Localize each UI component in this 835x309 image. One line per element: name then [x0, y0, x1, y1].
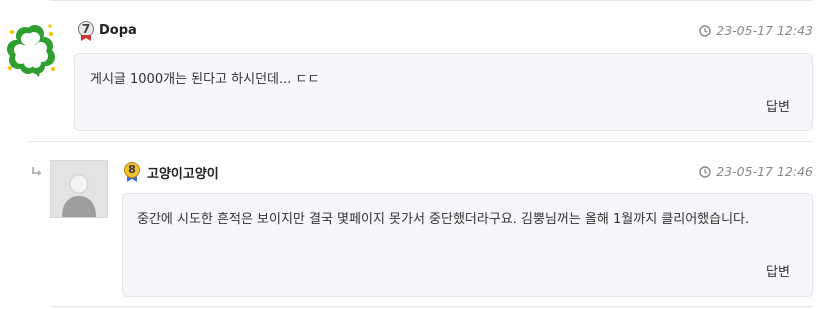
- divider-bottom: [50, 306, 813, 307]
- level-number: 7: [81, 22, 91, 36]
- reply-arrow-icon: [32, 167, 42, 176]
- clover-icon: [6, 22, 58, 78]
- comment-text: 게시글 1000개는 된다고 하시던데... ㄷㄷ: [90, 72, 320, 87]
- comment-author[interactable]: Dopa: [99, 23, 137, 38]
- comment-text: 중간에 시도한 흔적은 보이지만 결국 몇페이지 못가서 중단했더라구요. 김뿡…: [137, 212, 750, 227]
- divider-top: [50, 0, 813, 1]
- comment-bubble: [74, 53, 813, 131]
- comment-timestamp: 23-05-17 12:43: [699, 23, 813, 38]
- clock-icon: [699, 24, 711, 37]
- timestamp-text: 23-05-17 12:46: [716, 164, 813, 179]
- level-number: 8: [128, 163, 136, 176]
- clock-icon: [699, 165, 711, 178]
- comment-author[interactable]: 고양이고양이: [147, 163, 219, 182]
- divider: [28, 141, 813, 142]
- reply-button[interactable]: 답변: [766, 96, 790, 115]
- default-user-icon: [50, 160, 108, 218]
- timestamp-text: 23-05-17 12:43: [716, 23, 813, 38]
- comment-timestamp: 23-05-17 12:46: [699, 164, 813, 179]
- reply-button[interactable]: 답변: [766, 261, 790, 280]
